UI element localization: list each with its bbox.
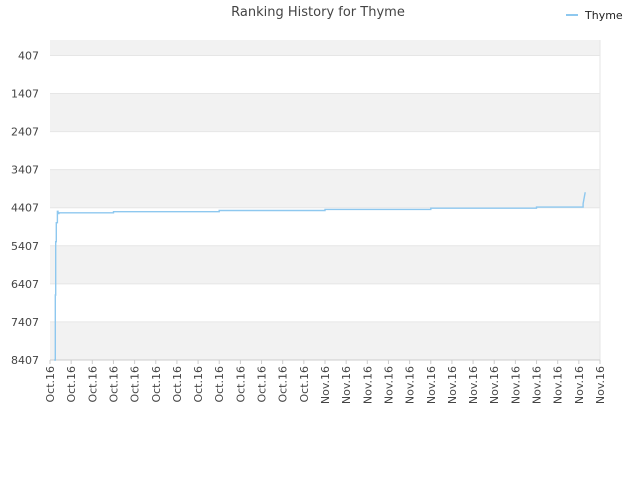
x-tick-label: Nov.16 bbox=[382, 366, 395, 404]
y-tick-label: 5407 bbox=[11, 240, 39, 253]
legend: Thyme bbox=[566, 9, 623, 22]
x-tick-label: Oct.16 bbox=[65, 366, 78, 403]
x-tick-label: Oct.16 bbox=[298, 366, 311, 403]
x-tick-label: Oct.16 bbox=[150, 366, 163, 403]
x-tick-label: Oct.16 bbox=[213, 366, 226, 403]
y-tick-label: 4407 bbox=[11, 202, 39, 215]
x-tick-label: Oct.16 bbox=[277, 366, 290, 403]
grid-band bbox=[50, 321, 600, 360]
x-tick-label: Nov.16 bbox=[340, 366, 353, 404]
x-tick-label: Nov.16 bbox=[573, 366, 586, 404]
y-axis-ticks: 407 1407 2407 3407 4407 5407 6407 7407 8407 bbox=[11, 49, 39, 367]
x-tick-label: Nov.16 bbox=[509, 366, 522, 404]
y-tick-label: 7407 bbox=[11, 316, 39, 329]
x-axis-ticks: Oct.16 Oct.16 Oct.16 Oct.16 Oct.16 Oct.16 Oct.… bbox=[44, 360, 607, 404]
legend-label-thyme: Thyme bbox=[584, 9, 623, 22]
chart-title: Ranking History for Thyme bbox=[231, 5, 405, 20]
y-tick-label: 8407 bbox=[11, 354, 39, 367]
x-tick-label: Nov.16 bbox=[488, 366, 501, 404]
y-tick-label: 2407 bbox=[11, 126, 39, 139]
y-tick-label: 6407 bbox=[11, 278, 39, 291]
y-tick-label: 1407 bbox=[11, 88, 39, 101]
grid-band bbox=[50, 245, 600, 284]
x-tick-label: Nov.16 bbox=[531, 366, 544, 404]
x-tick-label: Oct.16 bbox=[192, 366, 205, 403]
x-tick-label: Oct.16 bbox=[107, 366, 120, 403]
x-tick-label: Oct.16 bbox=[256, 366, 269, 403]
x-tick-label: Oct.16 bbox=[234, 366, 247, 403]
y-tick-label: 407 bbox=[18, 49, 39, 62]
y-tick-label: 3407 bbox=[11, 164, 39, 177]
ranking-chart: Ranking History for Thyme Thyme 407 1407 2… bbox=[11, 5, 623, 404]
grid-band bbox=[50, 93, 600, 132]
grid-band bbox=[50, 40, 600, 56]
x-tick-label: Nov.16 bbox=[467, 366, 480, 404]
x-tick-label: Nov.16 bbox=[425, 366, 438, 404]
x-tick-label: Nov.16 bbox=[446, 366, 459, 404]
grid-bands bbox=[50, 40, 600, 360]
x-tick-label: Nov.16 bbox=[552, 366, 565, 404]
x-tick-label: Oct.16 bbox=[171, 366, 184, 403]
x-tick-label: Oct.16 bbox=[44, 366, 57, 403]
x-tick-label: Nov.16 bbox=[361, 366, 374, 404]
x-tick-label: Oct.16 bbox=[129, 366, 142, 403]
x-tick-label: Nov.16 bbox=[319, 366, 332, 404]
grid-band bbox=[50, 169, 600, 208]
x-tick-label: Nov.16 bbox=[594, 366, 607, 404]
x-tick-label: Oct.16 bbox=[86, 366, 99, 403]
x-tick-label: Nov.16 bbox=[404, 366, 417, 404]
